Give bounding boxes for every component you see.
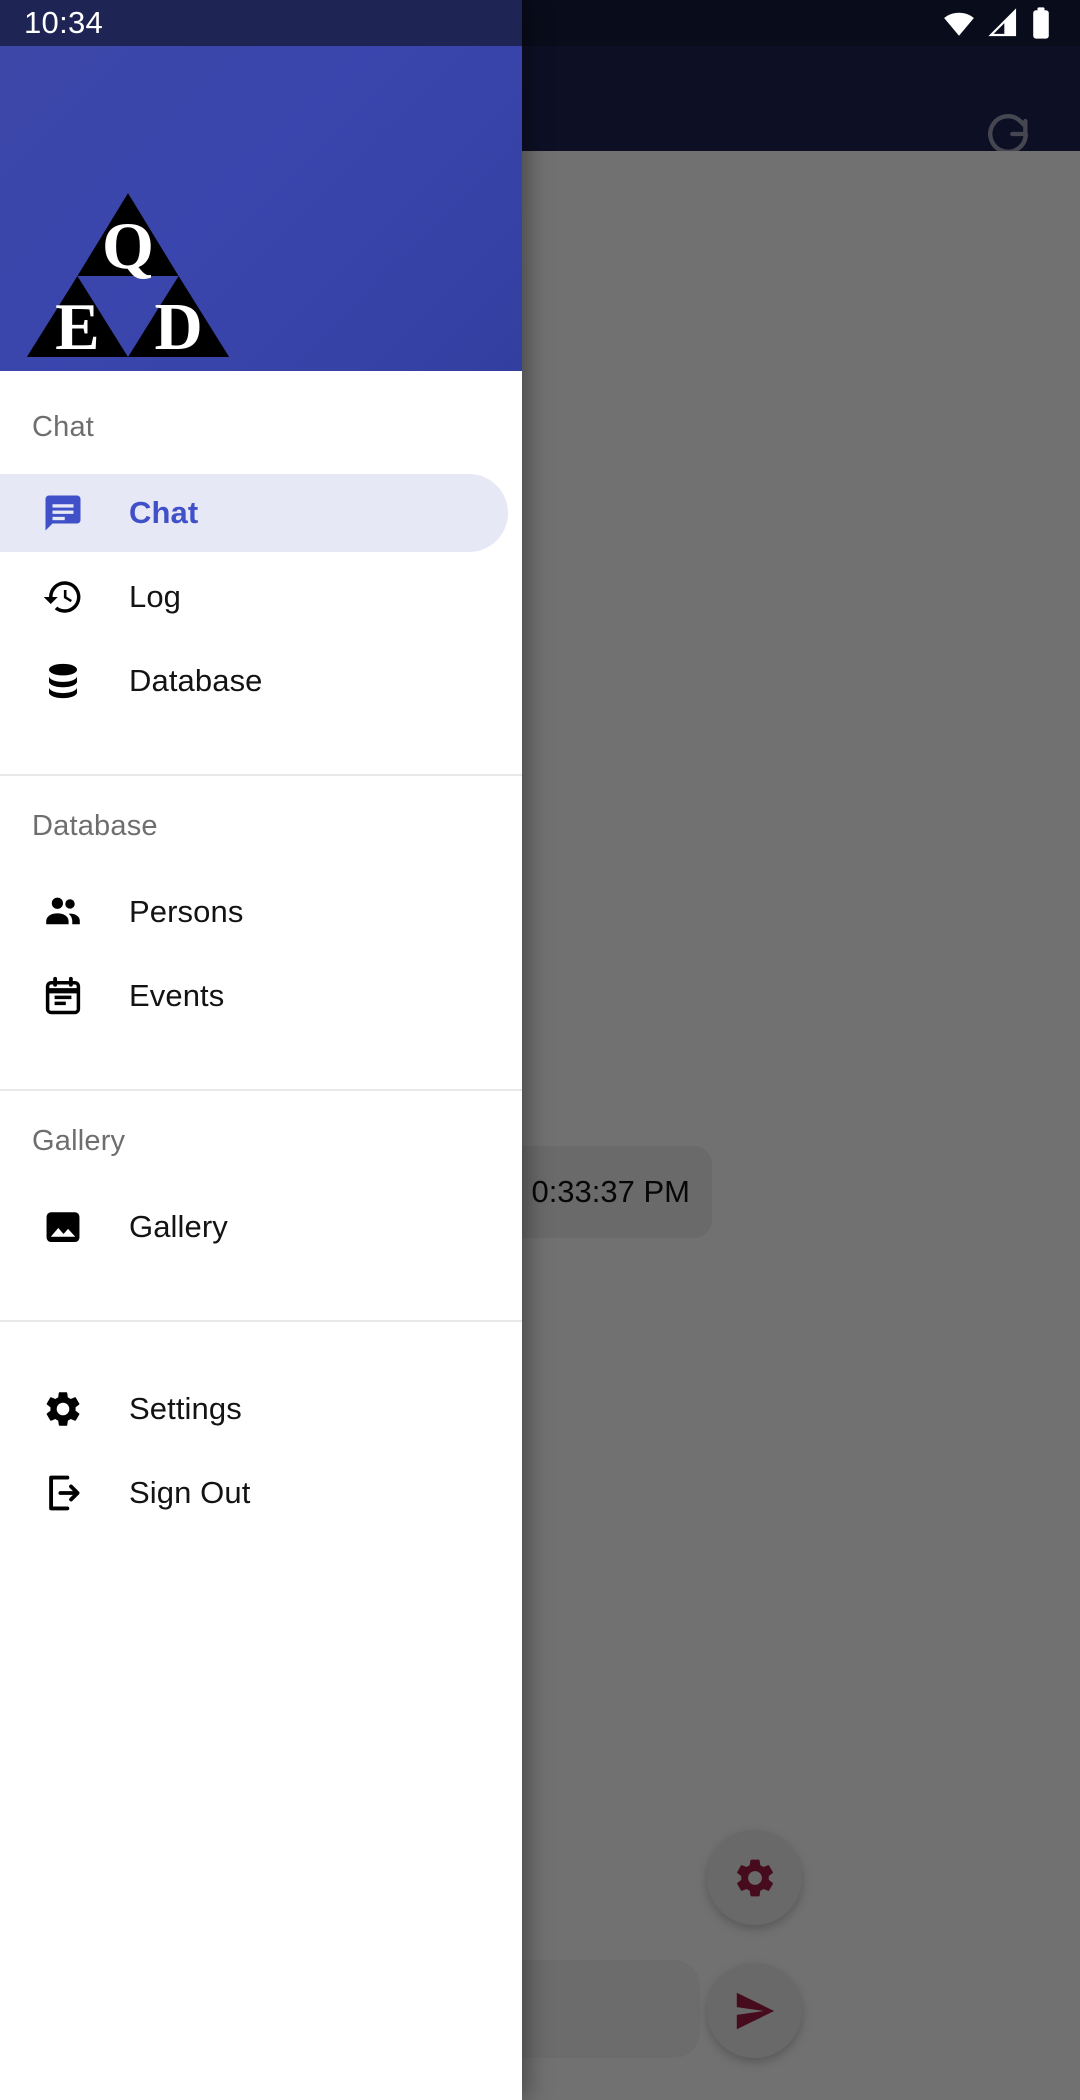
sidebar-item-events[interactable]: Events [0, 957, 508, 1035]
sidebar-item-database[interactable]: Database [0, 642, 508, 720]
drawer-menu: Chat Chat Log Database Database Persons … [0, 371, 522, 2100]
app-screen: 0:33:37 PM 10:34 [0, 0, 1080, 2100]
wifi-icon [944, 12, 974, 36]
calendar-event-icon [42, 975, 84, 1017]
history-clock-icon [42, 576, 84, 618]
sidebar-item-label: Gallery [129, 1209, 228, 1244]
image-photo-icon [42, 1206, 84, 1248]
svg-text:D: D [154, 291, 202, 359]
drawer-status-bar: 10:34 [0, 0, 522, 46]
logout-icon [42, 1472, 84, 1514]
sidebar-item-label: Persons [129, 894, 244, 929]
sidebar-item-label: Sign Out [129, 1475, 251, 1510]
navigation-drawer: 10:34 Q E D Chat Chat Log Database Datab… [0, 0, 522, 2100]
sidebar-item-persons[interactable]: Persons [0, 873, 508, 951]
battery-icon [1033, 7, 1049, 39]
section-label-gallery: Gallery [32, 1125, 126, 1157]
svg-text:E: E [55, 291, 100, 359]
sidebar-item-gallery[interactable]: Gallery [0, 1188, 508, 1266]
svg-text:Q: Q [102, 210, 154, 283]
app-logo: Q E D [23, 187, 233, 359]
sidebar-item-settings[interactable]: Settings [0, 1370, 508, 1448]
sidebar-item-label: Settings [129, 1391, 242, 1426]
status-bar-clock: 10:34 [24, 5, 104, 40]
sidebar-item-label: Database [129, 663, 263, 698]
sidebar-item-label: Events [129, 978, 225, 1013]
sidebar-item-chat[interactable]: Chat [0, 474, 508, 552]
database-stack-icon [42, 660, 84, 702]
section-label-chat: Chat [32, 411, 95, 443]
sidebar-item-label: Chat [129, 495, 199, 530]
sidebar-item-sign-out[interactable]: Sign Out [0, 1454, 508, 1532]
gear-icon [42, 1388, 84, 1430]
cellular-signal-icon [988, 8, 1017, 37]
system-status-icons [880, 0, 1080, 46]
sidebar-item-log[interactable]: Log [0, 558, 508, 636]
sidebar-item-label: Log [129, 579, 182, 614]
section-label-database: Database [32, 810, 158, 842]
people-group-icon [42, 891, 84, 933]
drawer-header: Q E D [0, 46, 522, 371]
chat-bubble-icon [42, 492, 84, 534]
